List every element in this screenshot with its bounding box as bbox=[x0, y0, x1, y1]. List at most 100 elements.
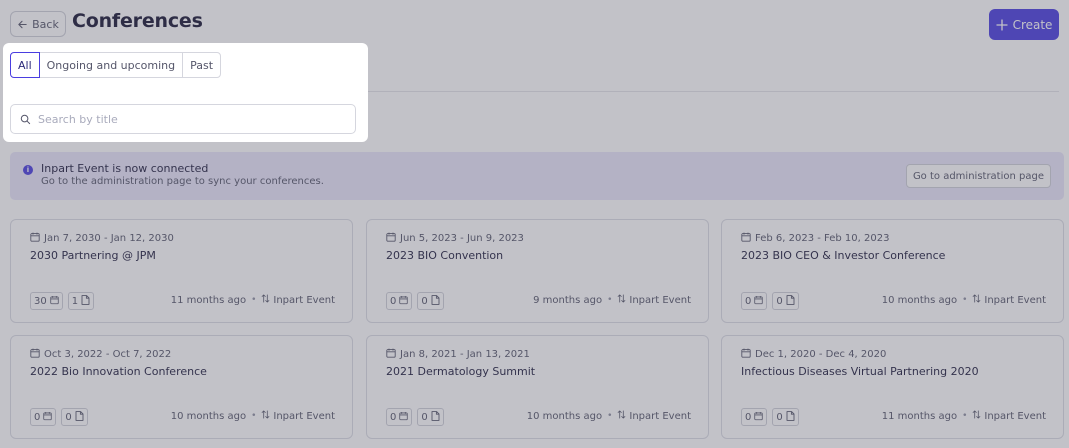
conference-counts: 0 0 bbox=[30, 408, 88, 426]
source-label: Inpart Event bbox=[629, 294, 691, 306]
updated-time: 11 months ago bbox=[170, 294, 247, 306]
conference-card[interactable]: Jun 5, 2023 - Jun 9, 2023 2023 BIO Conve… bbox=[366, 219, 709, 323]
conference-date-text: Jun 5, 2023 - Jun 9, 2023 bbox=[400, 233, 524, 244]
conference-source: Inpart Event bbox=[261, 410, 335, 422]
documents-count: 0 bbox=[776, 411, 783, 423]
conference-meta: 10 months ago • Inpart Event bbox=[882, 294, 1046, 306]
events-count-badge: 0 bbox=[741, 408, 768, 426]
documents-count-badge: 0 bbox=[772, 408, 799, 426]
calendar-icon bbox=[50, 295, 59, 308]
updated-time: 9 months ago bbox=[533, 294, 603, 306]
search-icon bbox=[20, 114, 31, 124]
conference-title: 2022 Bio Innovation Conference bbox=[30, 365, 207, 378]
conference-counts: 30 1 bbox=[30, 292, 95, 310]
conference-date-text: Oct 3, 2022 - Oct 7, 2022 bbox=[44, 349, 172, 360]
events-count: 0 bbox=[745, 411, 752, 423]
events-count-badge: 0 bbox=[386, 408, 413, 426]
conference-source: Inpart Event bbox=[261, 294, 335, 306]
source-label: Inpart Event bbox=[984, 410, 1046, 422]
documents-count: 0 bbox=[421, 411, 428, 423]
document-icon bbox=[786, 410, 795, 424]
create-button[interactable]: Create bbox=[989, 9, 1059, 40]
meta-separator: • bbox=[607, 411, 613, 421]
conference-counts: 0 0 bbox=[386, 408, 444, 426]
conference-card[interactable]: Jan 8, 2021 - Jan 13, 2021 2021 Dermatol… bbox=[366, 335, 709, 439]
tab-past[interactable]: Past bbox=[182, 52, 222, 78]
filter-tabs: All Ongoing and upcoming Past bbox=[10, 52, 222, 78]
calendar-icon bbox=[754, 411, 764, 424]
documents-count: 1 bbox=[71, 295, 79, 307]
conference-date-text: Feb 6, 2023 - Feb 10, 2023 bbox=[755, 233, 890, 244]
conference-counts: 0 0 bbox=[741, 292, 799, 310]
conference-date: Feb 6, 2023 - Feb 10, 2023 bbox=[741, 232, 889, 245]
sync-arrows-icon bbox=[972, 410, 981, 422]
conference-date-text: Dec 1, 2020 - Dec 4, 2020 bbox=[755, 349, 887, 360]
documents-count-badge: 1 bbox=[67, 292, 95, 310]
arrow-left-icon bbox=[18, 20, 27, 28]
conference-source: Inpart Event bbox=[972, 410, 1046, 422]
events-count: 0 bbox=[390, 295, 397, 307]
documents-count-badge: 0 bbox=[61, 408, 88, 426]
source-label: Inpart Event bbox=[273, 294, 335, 306]
calendar-icon bbox=[399, 411, 409, 424]
events-count: 30 bbox=[34, 295, 47, 307]
source-label: Inpart Event bbox=[629, 410, 691, 422]
calendar-icon bbox=[386, 348, 396, 361]
documents-count: 0 bbox=[65, 411, 72, 423]
meta-separator: • bbox=[962, 411, 968, 421]
conference-date-text: Jan 8, 2021 - Jan 13, 2021 bbox=[400, 349, 530, 360]
document-icon bbox=[75, 410, 84, 424]
plus-icon bbox=[995, 18, 1008, 31]
create-button-label: Create bbox=[1012, 17, 1053, 32]
meta-separator: • bbox=[251, 411, 257, 421]
sync-arrows-icon bbox=[972, 294, 981, 306]
conference-source: Inpart Event bbox=[617, 410, 691, 422]
conference-card[interactable]: Feb 6, 2023 - Feb 10, 2023 2023 BIO CEO … bbox=[721, 219, 1064, 323]
conference-source: Inpart Event bbox=[617, 294, 691, 306]
conference-source: Inpart Event bbox=[972, 294, 1046, 306]
meta-separator: • bbox=[251, 295, 257, 305]
meta-separator: • bbox=[607, 295, 613, 305]
events-count: 0 bbox=[390, 411, 397, 423]
events-count: 0 bbox=[745, 295, 752, 307]
conference-counts: 0 0 bbox=[386, 292, 444, 310]
events-count-badge: 0 bbox=[741, 292, 768, 310]
conference-title: 2030 Partnering @ JPM bbox=[30, 249, 156, 262]
conference-date: Jun 5, 2023 - Jun 9, 2023 bbox=[386, 232, 524, 245]
conference-card[interactable]: Dec 1, 2020 - Dec 4, 2020 Infectious Dis… bbox=[721, 335, 1064, 439]
tab-all[interactable]: All bbox=[10, 52, 40, 78]
updated-time: 10 months ago bbox=[170, 410, 247, 422]
go-to-admin-button[interactable]: Go to administration page bbox=[905, 164, 1051, 188]
filter-panel: All Ongoing and upcoming Past bbox=[3, 43, 368, 142]
document-icon bbox=[431, 410, 440, 424]
conference-card[interactable]: Oct 3, 2022 - Oct 7, 2022 2022 Bio Innov… bbox=[10, 335, 353, 439]
conference-meta: 10 months ago • Inpart Event bbox=[171, 410, 335, 422]
conference-title: Infectious Diseases Virtual Partnering 2… bbox=[741, 365, 979, 378]
document-icon bbox=[81, 294, 90, 308]
page-title: Conferences bbox=[72, 10, 203, 32]
sync-arrows-icon bbox=[261, 294, 270, 306]
banner-subtitle: Go to the administration page to sync yo… bbox=[41, 176, 324, 187]
conference-card[interactable]: Jan 7, 2030 - Jan 12, 2030 2030 Partneri… bbox=[10, 219, 353, 323]
documents-count: 0 bbox=[421, 295, 428, 307]
document-icon bbox=[786, 294, 795, 308]
meta-separator: • bbox=[962, 295, 968, 305]
calendar-icon bbox=[30, 232, 40, 245]
back-button[interactable]: Back bbox=[10, 11, 66, 37]
updated-time: 10 months ago bbox=[881, 294, 958, 306]
tab-ongoing-and-upcoming[interactable]: Ongoing and upcoming bbox=[38, 52, 184, 78]
sync-arrows-icon bbox=[261, 410, 270, 422]
conference-title: 2021 Dermatology Summit bbox=[386, 365, 536, 378]
search-box[interactable] bbox=[10, 104, 356, 134]
events-count-badge: 0 bbox=[30, 408, 57, 426]
conference-title: 2023 BIO CEO & Investor Conference bbox=[741, 249, 946, 262]
conference-meta: 9 months ago • Inpart Event bbox=[533, 294, 691, 306]
search-input[interactable] bbox=[38, 112, 338, 126]
conference-meta: 11 months ago • Inpart Event bbox=[171, 294, 335, 306]
back-button-label: Back bbox=[32, 17, 59, 31]
documents-count-badge: 0 bbox=[772, 292, 799, 310]
info-icon: i bbox=[23, 165, 33, 175]
conference-counts: 0 0 bbox=[741, 408, 799, 426]
updated-time: 11 months ago bbox=[881, 410, 958, 422]
source-label: Inpart Event bbox=[273, 410, 335, 422]
